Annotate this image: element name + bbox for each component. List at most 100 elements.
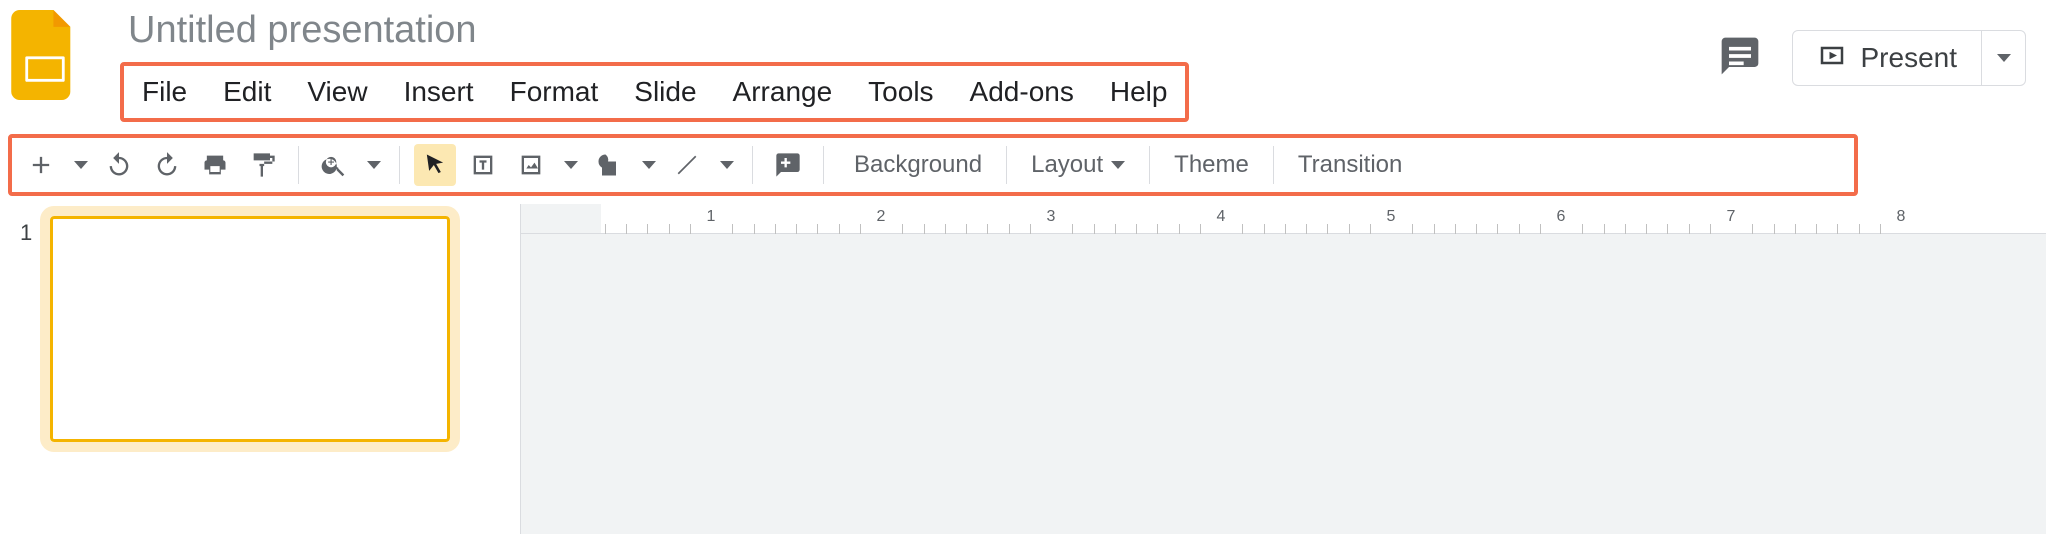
menu-file[interactable]: File: [124, 66, 205, 118]
ruler-minor-tick: [860, 224, 861, 234]
chevron-down-icon: [564, 161, 578, 169]
ruler-minor-tick: [1157, 224, 1158, 234]
menu-view[interactable]: View: [289, 66, 385, 118]
select-button[interactable]: [414, 144, 456, 186]
zoom-button[interactable]: [313, 144, 355, 186]
menubar-highlight: FileEditViewInsertFormatSlideArrangeTool…: [120, 62, 1189, 122]
menu-format[interactable]: Format: [492, 66, 617, 118]
ruler-minor-tick: [1710, 224, 1711, 234]
ruler-minor-tick: [945, 224, 946, 234]
paint-format-button[interactable]: [242, 144, 284, 186]
ruler-minor-tick: [1540, 224, 1541, 234]
layout-button[interactable]: Layout: [1015, 144, 1141, 186]
ruler-minor-tick: [605, 224, 606, 234]
chevron-down-icon: [720, 161, 734, 169]
textbox-icon: [469, 151, 497, 179]
layout-label: Layout: [1031, 151, 1103, 179]
ruler-minor-tick: [1179, 224, 1180, 234]
new-slide-dropdown[interactable]: [70, 144, 92, 186]
cursor-icon: [421, 151, 449, 179]
present-dropdown[interactable]: [1981, 31, 2025, 85]
ruler-minor-tick: [732, 224, 733, 234]
ruler-minor-tick: [1327, 224, 1328, 234]
ruler-minor-tick: [1752, 224, 1753, 234]
ruler-minor-tick: [1604, 224, 1605, 234]
ruler-minor-tick: [1774, 224, 1775, 234]
toolbar-separator: [298, 146, 299, 184]
ruler-label: 6: [1557, 208, 1566, 226]
new-slide-button[interactable]: [20, 144, 62, 186]
menu-add-ons[interactable]: Add-ons: [952, 66, 1092, 118]
present-label: Present: [1861, 42, 1958, 74]
ruler-label: 8: [1897, 208, 1906, 226]
ruler-label: 1: [707, 208, 716, 226]
text-box-button[interactable]: [462, 144, 504, 186]
canvas-background[interactable]: [601, 234, 2046, 534]
image-dropdown[interactable]: [560, 144, 582, 186]
ruler-minor-tick: [1285, 224, 1286, 234]
menu-tools[interactable]: Tools: [850, 66, 951, 118]
ruler-minor-tick: [796, 224, 797, 234]
app-logo[interactable]: [10, 10, 80, 100]
ruler-minor-tick: [1030, 224, 1031, 234]
menu-insert[interactable]: Insert: [386, 66, 492, 118]
background-label: Background: [854, 151, 982, 179]
print-button[interactable]: [194, 144, 236, 186]
ruler-minor-tick: [1795, 224, 1796, 234]
comment-button[interactable]: [767, 144, 809, 186]
ruler-minor-tick: [1115, 224, 1116, 234]
toolbar-separator: [823, 146, 824, 184]
image-icon: [517, 151, 545, 179]
slide-thumbnail-panel: 1: [0, 204, 520, 534]
chevron-down-icon: [367, 161, 381, 169]
document-title[interactable]: Untitled presentation: [120, 10, 1718, 52]
ruler-minor-tick: [966, 224, 967, 234]
ruler-minor-tick: [626, 224, 627, 234]
slide-thumbnail[interactable]: [50, 216, 450, 442]
undo-icon: [105, 151, 133, 179]
ruler-corner: [521, 204, 601, 234]
ruler-minor-tick: [754, 224, 755, 234]
ruler-minor-tick: [1264, 224, 1265, 234]
menu-arrange[interactable]: Arrange: [715, 66, 851, 118]
ruler-label: 3: [1047, 208, 1056, 226]
shape-dropdown[interactable]: [638, 144, 660, 186]
ruler-minor-tick: [1497, 224, 1498, 234]
present-icon: [1817, 43, 1847, 73]
ruler-minor-tick: [1009, 224, 1010, 234]
ruler-minor-tick: [1455, 224, 1456, 234]
chevron-down-icon: [74, 161, 88, 169]
line-dropdown[interactable]: [716, 144, 738, 186]
undo-button[interactable]: [98, 144, 140, 186]
ruler-label: 7: [1727, 208, 1736, 226]
ruler-minor-tick: [1072, 224, 1073, 234]
line-icon: [673, 151, 701, 179]
present-button[interactable]: Present: [1793, 31, 1982, 85]
ruler-minor-tick: [1625, 224, 1626, 234]
transition-label: Transition: [1298, 151, 1402, 179]
zoom-dropdown[interactable]: [363, 144, 385, 186]
ruler-minor-tick: [1582, 224, 1583, 234]
menu-help[interactable]: Help: [1092, 66, 1186, 118]
ruler-minor-tick: [775, 224, 776, 234]
ruler-minor-tick: [1476, 224, 1477, 234]
transition-button[interactable]: Transition: [1282, 144, 1418, 186]
ruler-minor-tick: [1837, 224, 1838, 234]
canvas-area[interactable]: 12345678: [520, 204, 2046, 534]
line-button[interactable]: [666, 144, 708, 186]
ruler-minor-tick: [647, 224, 648, 234]
theme-button[interactable]: Theme: [1158, 144, 1265, 186]
ruler-minor-tick: [1136, 224, 1137, 234]
open-comments-icon[interactable]: [1718, 34, 1762, 83]
ruler-minor-tick: [1242, 224, 1243, 234]
image-button[interactable]: [510, 144, 552, 186]
shape-button[interactable]: [588, 144, 630, 186]
paint-roller-icon: [249, 151, 277, 179]
ruler-minor-tick: [987, 224, 988, 234]
redo-button[interactable]: [146, 144, 188, 186]
ruler-minor-tick: [1667, 224, 1668, 234]
ruler-minor-tick: [839, 224, 840, 234]
background-button[interactable]: Background: [838, 144, 998, 186]
menu-edit[interactable]: Edit: [205, 66, 289, 118]
menu-slide[interactable]: Slide: [616, 66, 714, 118]
